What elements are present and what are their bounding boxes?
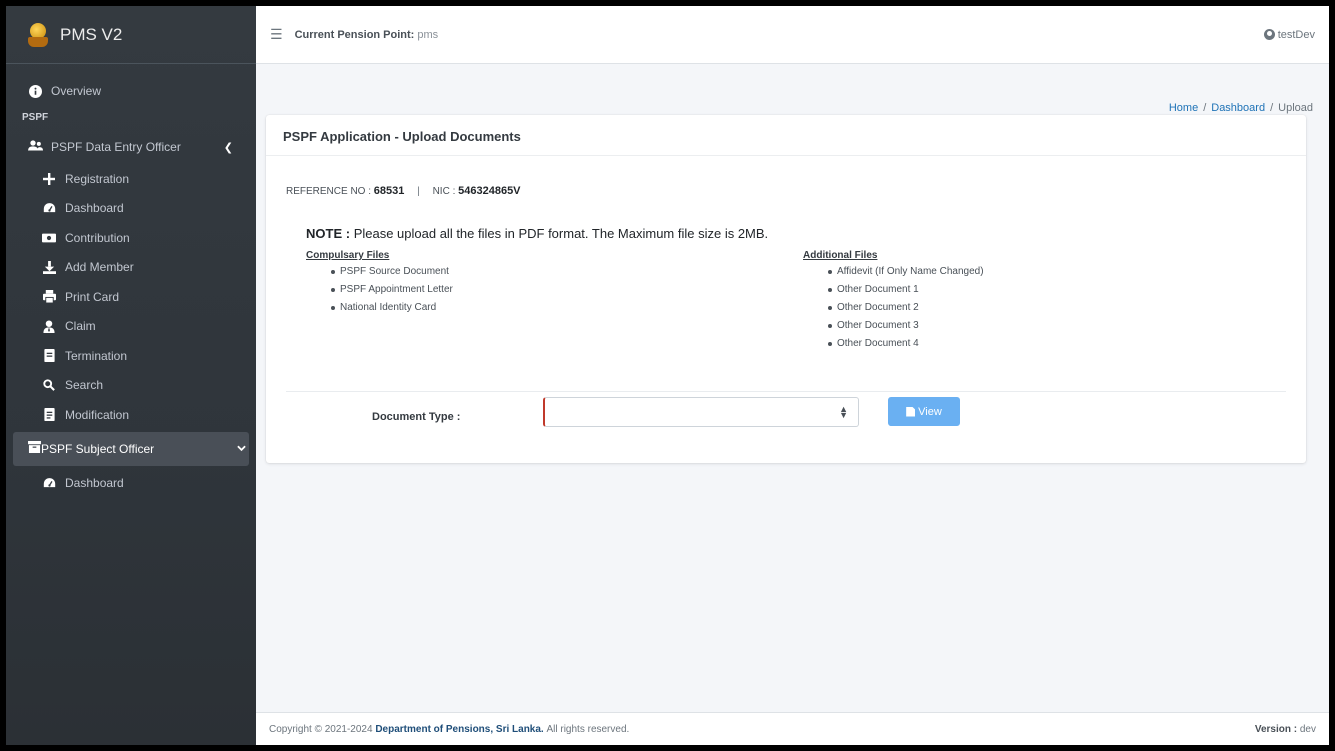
sidebar-group-data-entry-officer[interactable]: PSPF Data Entry Officer ❮ — [6, 130, 243, 164]
tachometer-icon — [42, 201, 56, 215]
users-icon — [28, 139, 43, 155]
sidebar-item-overview[interactable]: Overview — [6, 76, 256, 106]
sidebar-group-label: PSPF Subject Officer — [41, 441, 155, 456]
brand-link[interactable]: PMS V2 — [6, 6, 256, 64]
app-window: PMS V2 Overview PSPF PSPF Data Entry Off… — [6, 6, 1329, 745]
chevron-down-icon — [237, 443, 246, 455]
breadcrumb-dashboard-link[interactable]: Dashboard — [1211, 102, 1265, 114]
tachometer-icon — [42, 476, 56, 490]
sidebar-item-add-member[interactable]: Add Member — [6, 253, 256, 283]
sidebar-nav: Overview PSPF PSPF Data Entry Officer ❮ … — [6, 64, 256, 498]
sidebar-item-label: Dashboard — [65, 476, 124, 491]
print-icon — [42, 290, 56, 304]
brand-title: PMS V2 — [60, 24, 123, 44]
breadcrumb-home-link[interactable]: Home — [1169, 102, 1198, 114]
compulsory-files-section: Compulsary Files PSPF Source Document PS… — [306, 250, 453, 317]
hamburger-menu-icon[interactable]: ☰ — [270, 26, 283, 43]
chevron-left-icon: ❮ — [223, 141, 233, 154]
pension-point-label: Current Pension Point: — [294, 28, 415, 41]
list-item: Other Document 2 — [803, 299, 984, 317]
sidebar-item-label: Contribution — [65, 230, 130, 245]
reference-label: REFERENCE NO : — [286, 186, 372, 197]
list-item: National Identity Card — [306, 299, 453, 317]
list-item: Other Document 3 — [803, 317, 984, 335]
copyright-org: Department of Pensions, Sri Lanka. — [375, 723, 544, 735]
document-type-label: Document Type : — [372, 411, 461, 423]
compulsory-files-title: Compulsary Files — [306, 250, 390, 261]
additional-files-title: Additional Files — [803, 250, 878, 261]
user-tie-icon — [42, 319, 56, 333]
breadcrumb-current: Upload — [1278, 102, 1313, 114]
info-separator: | — [417, 186, 420, 197]
sidebar-group-subject-officer[interactable]: PSPF Subject Officer — [13, 431, 249, 466]
file-icon — [906, 406, 916, 417]
list-item: Affidevit (If Only Name Changed) — [803, 263, 984, 281]
sidebar-item-label: Print Card — [65, 289, 120, 304]
pension-point-value: pms — [417, 28, 439, 41]
search-icon — [42, 378, 56, 392]
sidebar-item-label: Claim — [65, 319, 96, 334]
copyright-rights: All rights reserved. — [546, 723, 630, 735]
sidebar-item-termination[interactable]: Termination — [6, 341, 256, 371]
sidebar-item-contribution[interactable]: Contribution — [6, 223, 256, 253]
sidebar-item-label: Overview — [51, 84, 102, 98]
divider — [286, 391, 1286, 392]
sidebar-item-subject-dashboard[interactable]: Dashboard — [6, 469, 256, 499]
list-item: PSPF Source Document — [306, 263, 453, 281]
footer: Copyright © 2021-2024 Department of Pens… — [256, 712, 1329, 745]
money-bill-icon — [42, 231, 56, 245]
archive-icon — [28, 441, 41, 456]
reference-value: 68531 — [373, 185, 405, 197]
list-item: Other Document 4 — [803, 335, 984, 353]
additional-files-section: Additional Files Affidevit (If Only Name… — [803, 250, 984, 353]
sidebar-item-claim[interactable]: Claim — [6, 312, 256, 342]
sidebar-item-label: Add Member — [65, 260, 134, 275]
view-button-label: View — [918, 405, 942, 418]
top-navbar: ☰ Current Pension Point: pms testDev — [256, 6, 1329, 64]
document-type-select[interactable]: ▲ ▼ — [543, 397, 859, 427]
upload-note: NOTE : Please upload all the files in PD… — [306, 226, 768, 241]
user-circle-icon — [1263, 29, 1275, 40]
select-arrows-icon: ▲ ▼ — [839, 404, 848, 420]
additional-files-list: Affidevit (If Only Name Changed) Other D… — [803, 263, 984, 353]
note-text: Please upload all the files in PDF forma… — [353, 226, 769, 241]
download-icon — [42, 260, 56, 274]
view-button[interactable]: View — [888, 397, 960, 426]
sidebar-item-dashboard[interactable]: Dashboard — [6, 194, 256, 224]
breadcrumb: Home / Dashboard / Upload — [1169, 102, 1313, 114]
sidebar-group-label: PSPF Data Entry Officer — [51, 140, 181, 154]
note-label: NOTE : — [306, 226, 351, 241]
upload-documents-card: PSPF Application - Upload Documents REFE… — [266, 115, 1306, 463]
sidebar-item-modification[interactable]: Modification — [6, 400, 256, 430]
plus-icon — [42, 172, 56, 186]
reference-info: REFERENCE NO : 68531 | NIC : 546324865V — [286, 185, 521, 197]
compulsory-files-list: PSPF Source Document PSPF Appointment Le… — [306, 263, 453, 317]
brand-logo-icon — [26, 21, 50, 49]
breadcrumb-separator: / — [1203, 102, 1207, 114]
sidebar-item-label: Termination — [65, 348, 128, 363]
breadcrumb-separator: / — [1270, 102, 1274, 114]
copyright-prefix: Copyright © 2021-2024 — [269, 723, 373, 735]
sidebar-item-label: Modification — [65, 407, 130, 422]
sidebar-item-search[interactable]: Search — [6, 371, 256, 401]
sidebar-section-header: PSPF — [22, 112, 49, 123]
sidebar-item-label: Search — [65, 378, 104, 393]
card-title: PSPF Application - Upload Documents — [266, 115, 1306, 156]
sidebar-item-label: Dashboard — [65, 201, 124, 216]
user-menu[interactable]: testDev — [1263, 28, 1315, 41]
sidebar-item-print-card[interactable]: Print Card — [6, 282, 256, 312]
sidebar-item-label: Registration — [65, 171, 130, 186]
file-edit-icon — [42, 408, 56, 422]
user-name: testDev — [1277, 28, 1315, 41]
nic-value: 546324865V — [458, 185, 521, 197]
info-circle-icon — [28, 84, 42, 98]
version-info: Version : dev — [1254, 723, 1316, 735]
sidebar-item-registration[interactable]: Registration — [6, 164, 256, 194]
list-item: PSPF Appointment Letter — [306, 281, 453, 299]
sidebar: PMS V2 Overview PSPF PSPF Data Entry Off… — [6, 6, 256, 745]
file-icon — [42, 349, 56, 363]
nic-label: NIC : — [432, 186, 456, 197]
list-item: Other Document 1 — [803, 281, 984, 299]
